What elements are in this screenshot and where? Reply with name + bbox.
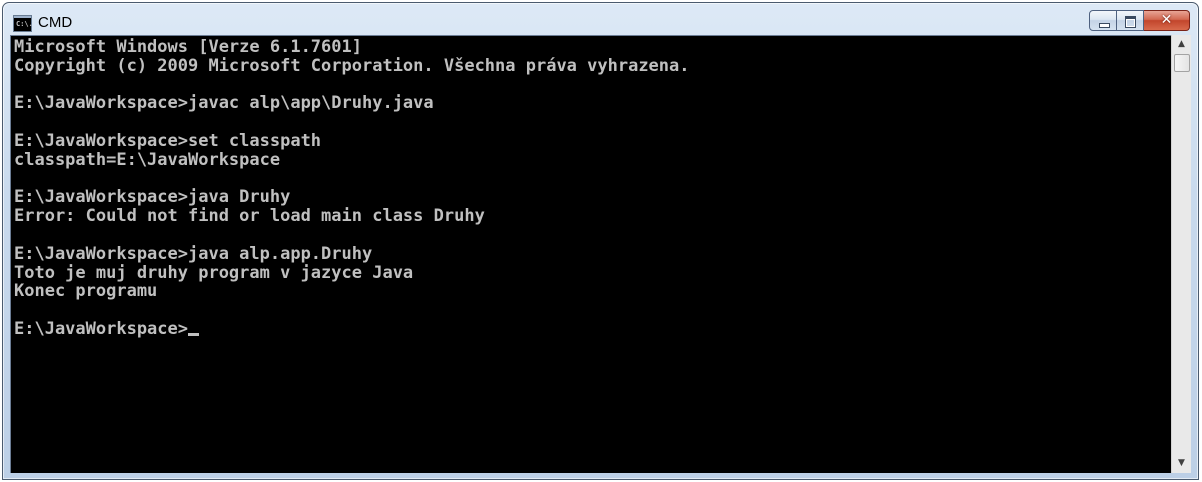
- console-line: E:\JavaWorkspace>set classpath: [14, 130, 322, 151]
- window-controls: ✕: [1089, 10, 1190, 31]
- console-icon-text: C:\.: [16, 20, 33, 28]
- scroll-up-arrow-icon[interactable]: ▲: [1172, 36, 1191, 53]
- console-icon[interactable]: C:\.: [13, 15, 33, 32]
- console-line: Microsoft Windows [Verze 6.1.7601]: [14, 37, 362, 57]
- close-icon: ✕: [1160, 12, 1173, 28]
- window-title: CMD: [38, 14, 73, 31]
- console-line: Error: Could not find or load main class…: [14, 206, 485, 227]
- vertical-scrollbar[interactable]: ▲ ▼: [1171, 35, 1191, 473]
- console-output[interactable]: Microsoft Windows [Verze 6.1.7601] Copyr…: [10, 35, 1171, 473]
- scroll-down-arrow-icon[interactable]: ▼: [1172, 455, 1191, 472]
- minimize-button[interactable]: [1089, 10, 1117, 31]
- console-text: Microsoft Windows [Verze 6.1.7601] Copyr…: [14, 38, 690, 339]
- console-line: E:\JavaWorkspace>java Druhy: [14, 187, 291, 208]
- console-line: Konec programu: [14, 281, 158, 302]
- scroll-thumb[interactable]: [1174, 54, 1190, 72]
- cmd-window: C:\. CMD ✕ Microsoft Windows [Verze 6.1.…: [2, 2, 1199, 480]
- maximize-button[interactable]: [1117, 10, 1144, 31]
- console-line: Copyright (c) 2009 Microsoft Corporation…: [14, 55, 690, 76]
- console-line: classpath=E:\JavaWorkspace: [14, 149, 281, 170]
- close-button[interactable]: ✕: [1144, 10, 1190, 31]
- console-prompt: E:\JavaWorkspace>: [14, 318, 188, 339]
- console-line: Toto je muj druhy program v jazyce Java: [14, 262, 414, 283]
- console-line: E:\JavaWorkspace>javac alp\app\Druhy.jav…: [14, 93, 434, 114]
- text-cursor: [188, 332, 199, 336]
- console-line: E:\JavaWorkspace>java alp.app.Druhy: [14, 243, 373, 264]
